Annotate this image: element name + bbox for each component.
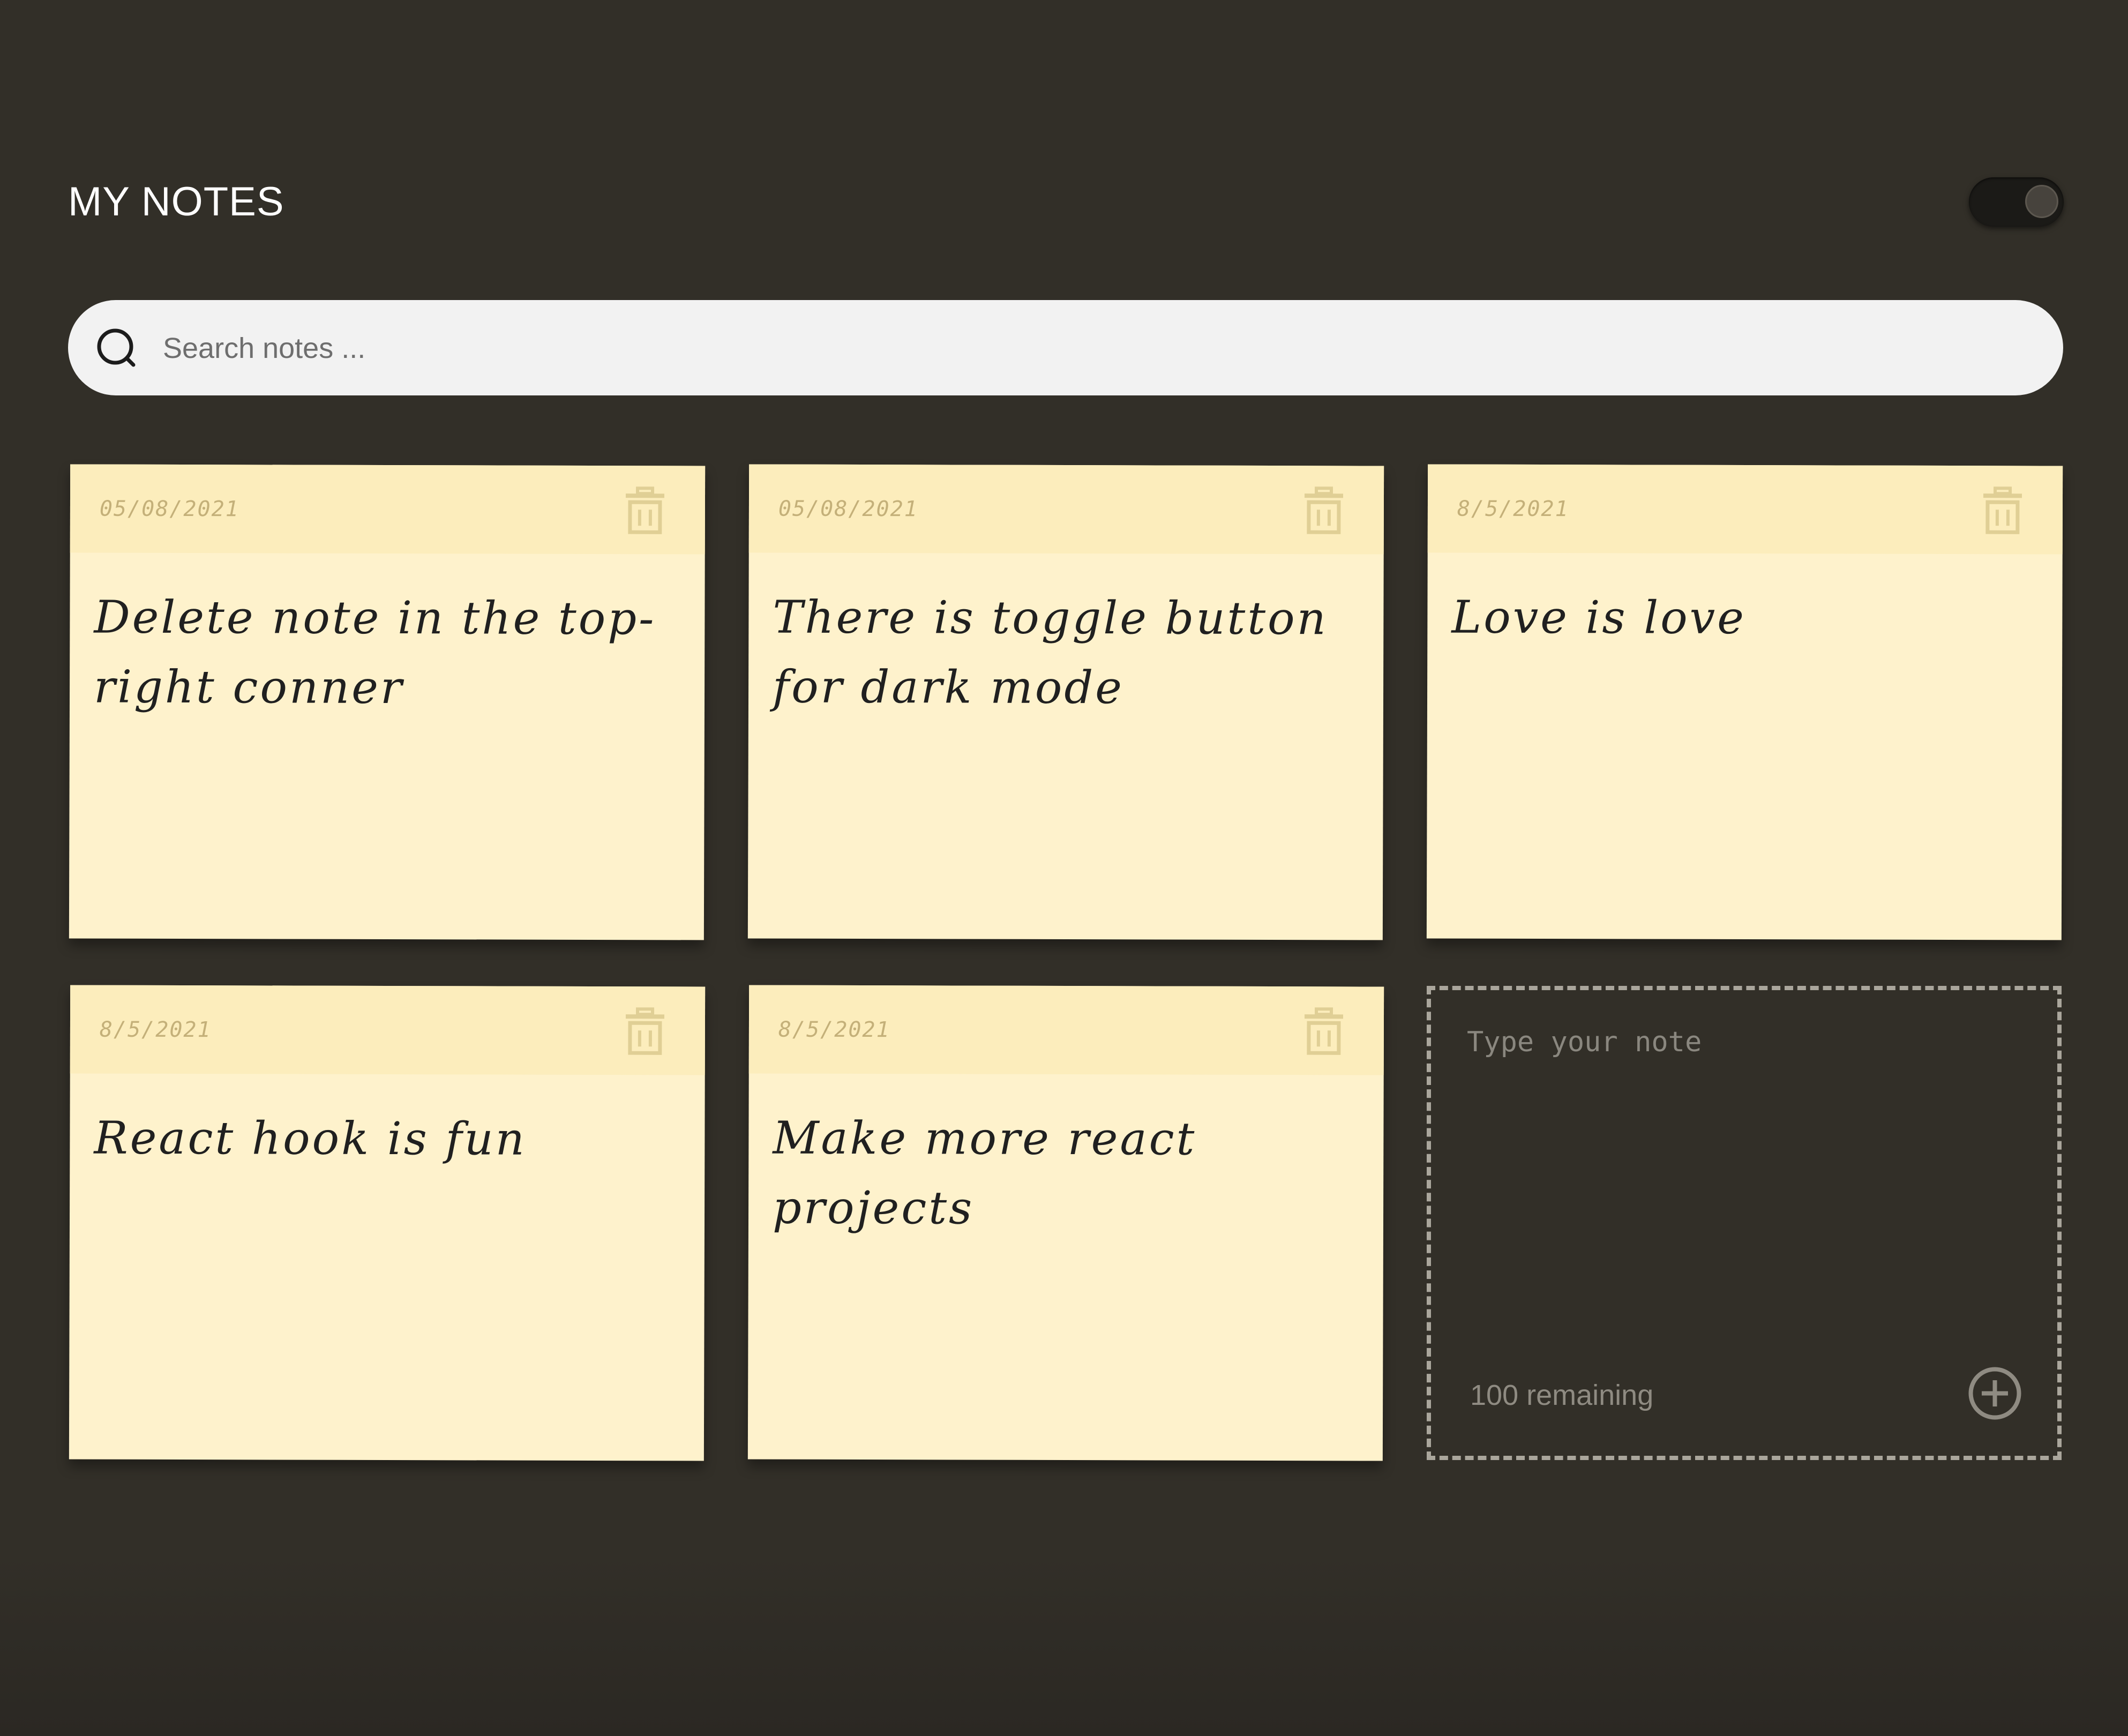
note-header: 05/08/2021 [70,464,706,555]
note-text: Make more react projects [772,1111,1197,1234]
dark-mode-toggle[interactable] [1969,177,2064,227]
note-date: 05/08/2021 [778,496,918,522]
search-icon [97,328,136,367]
page-title: MY NOTES [68,179,284,225]
trash-icon[interactable] [1981,486,2024,534]
note-date: 8/5/2021 [1457,496,1569,522]
note-card: 05/08/2021 Delete note in the top-right … [69,464,706,940]
trash-icon[interactable] [1302,486,1345,534]
note-date: 8/5/2021 [99,1017,212,1043]
note-header: 8/5/2021 [1427,464,2063,555]
search-input[interactable] [162,319,2012,378]
note-header: 8/5/2021 [748,985,1384,1075]
note-header: 8/5/2021 [70,985,706,1075]
note-card: 8/5/2021 Make more react projects [747,985,1384,1461]
note-date: 05/08/2021 [99,496,239,522]
bottom-shadow [0,1554,2128,1736]
notes-app: MY NOTES 05/08/2021 Delete note in the t… [0,0,2128,1736]
new-note-card: 100 remaining [1427,986,2062,1460]
note-header: 05/08/2021 [748,464,1384,555]
note-text: There is toggle button for dark mode [772,590,1328,714]
note-text: React hook is fun [94,1111,527,1165]
note-card: 8/5/2021 React hook is fun [69,985,706,1461]
note-card: 8/5/2021 Love is love [1426,464,2063,940]
toggle-knob [2025,185,2058,218]
new-note-input[interactable] [1466,1025,2025,1349]
note-text: Delete note in the top-right conner [93,590,656,714]
trash-icon[interactable] [624,486,666,534]
remaining-count: 100 remaining [1470,1379,1654,1411]
trash-icon[interactable] [1302,1007,1345,1055]
note-date: 8/5/2021 [778,1017,890,1043]
trash-icon[interactable] [624,1007,666,1055]
note-card: 05/08/2021 There is toggle button for da… [747,464,1384,940]
search-bar [68,300,2063,395]
note-text: Love is love [1451,590,1747,645]
plus-circle-icon[interactable] [1967,1365,2023,1421]
